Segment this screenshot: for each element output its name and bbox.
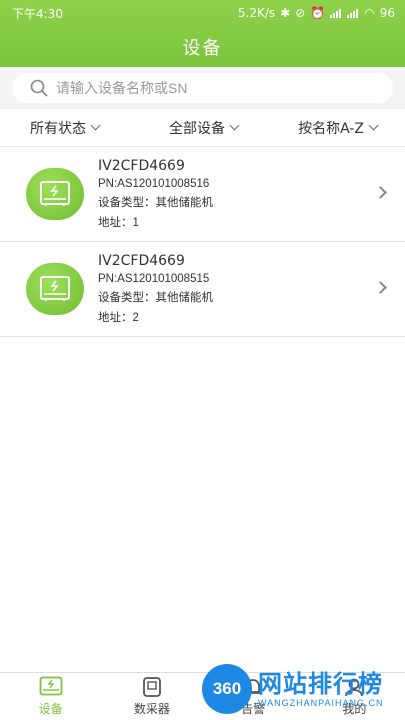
tab-collector-label: 数采器 (133, 702, 170, 716)
device-info: IV2CFD4669 PN:AS120101008516 设备类型：其他储能机 … (98, 158, 213, 230)
device-pn: PN:AS120101008515 (98, 273, 210, 285)
search-icon (30, 79, 48, 97)
signal-icon-2 (347, 8, 359, 18)
device-list: IV2CFD4669 PN:AS120101008516 设备类型：其他储能机 … (0, 147, 405, 337)
app-header: 下午4:30 5.2K/s ✱ ⊘ ⏰ ◠ 96 设备 (0, 0, 405, 67)
device-type: 设备类型：其他储能机 (98, 292, 213, 304)
network-speed: 5.2K/s (237, 6, 276, 20)
chevron-down-icon (229, 120, 240, 131)
status-time: 下午4:30 (12, 6, 63, 21)
chevron-right-icon (374, 186, 387, 199)
status-bar: 下午4:30 5.2K/s ✱ ⊘ ⏰ ◠ 96 (0, 0, 405, 26)
watermark-sub: WANGZHANPAIHANG.CN (258, 698, 384, 708)
signal-icon (330, 8, 342, 18)
chevron-down-icon (90, 120, 101, 131)
filter-status-label: 所有状态 (30, 120, 86, 137)
search-input[interactable] (56, 80, 356, 96)
watermark: 360 网站排行榜 WANGZHANPAIHANG.CN (196, 660, 405, 718)
device-icon (39, 676, 63, 696)
chevron-down-icon (368, 120, 379, 131)
device-address: 地址：2 (98, 312, 139, 324)
tab-collector[interactable]: 数采器 (101, 673, 202, 720)
search-box[interactable] (12, 73, 393, 103)
list-item[interactable]: IV2CFD4669 PN:AS120101008515 设备类型：其他储能机 … (0, 242, 405, 337)
device-name: IV2CFD4669 (98, 253, 185, 269)
alarm-clock-icon: ⏰ (310, 6, 326, 20)
device-pn: PN:AS120101008516 (98, 178, 210, 190)
wifi-icon: ◠ (364, 6, 375, 20)
device-info: IV2CFD4669 PN:AS120101008515 设备类型：其他储能机 … (98, 253, 213, 325)
device-icon (26, 168, 84, 220)
search-bar (0, 67, 405, 109)
filter-device-type-label: 全部设备 (169, 120, 225, 137)
filter-status[interactable]: 所有状态 (0, 118, 146, 138)
watermark-badge: 360 (202, 664, 252, 714)
filter-sort-label: 按名称A-Z (298, 120, 365, 137)
bluetooth-icon: ✱ (280, 6, 291, 20)
tab-device[interactable]: 设备 (0, 673, 101, 720)
collector-icon (142, 677, 161, 697)
status-icons: 5.2K/s ✱ ⊘ ⏰ ◠ 96 (238, 6, 395, 20)
device-address: 地址：1 (98, 217, 139, 229)
device-type: 设备类型：其他储能机 (98, 197, 213, 209)
tab-device-label: 设备 (38, 702, 63, 716)
silent-icon: ⊘ (295, 6, 306, 20)
device-name: IV2CFD4669 (98, 158, 185, 174)
filter-sort[interactable]: 按名称A-Z (261, 118, 405, 138)
watermark-text: 网站排行榜 (258, 670, 383, 698)
filter-device-type[interactable]: 全部设备 (146, 118, 262, 138)
device-icon (26, 263, 84, 315)
chevron-right-icon (374, 281, 387, 294)
filter-bar: 所有状态 全部设备 按名称A-Z (0, 109, 405, 147)
page-title: 设备 (182, 38, 223, 59)
list-item[interactable]: IV2CFD4669 PN:AS120101008516 设备类型：其他储能机 … (0, 147, 405, 242)
battery-level: 96 (379, 6, 395, 20)
